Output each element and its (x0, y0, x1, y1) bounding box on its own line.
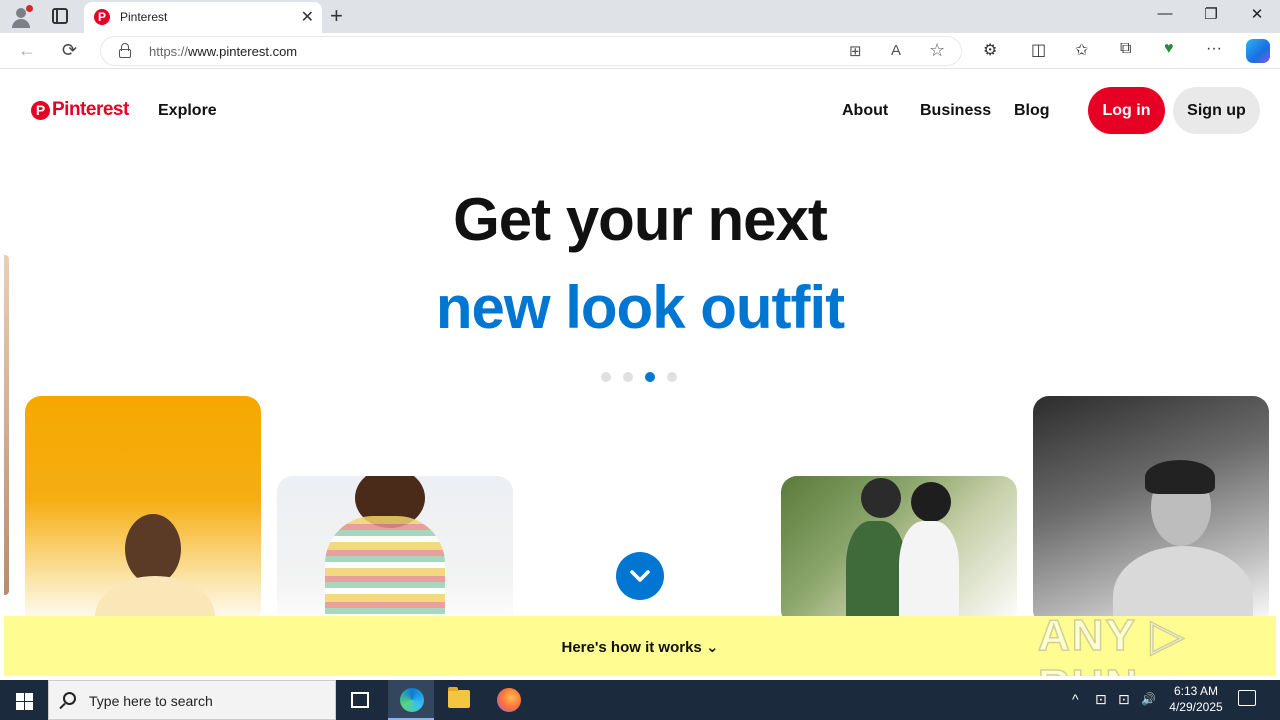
notifications-icon[interactable] (1238, 690, 1256, 706)
favorite-star-icon[interactable]: ☆ (929, 40, 945, 61)
carousel-dot[interactable] (667, 372, 677, 382)
windows-start-icon[interactable] (0, 680, 48, 720)
search-icon (63, 692, 76, 705)
pinterest-favicon-icon: P (94, 9, 110, 25)
browser-tab-strip: P Pinterest ✕ + — ❐ ✕ (0, 0, 1280, 33)
copilot-icon[interactable] (1246, 39, 1270, 63)
extensions-icon[interactable]: ⚙ (983, 40, 997, 60)
refresh-icon[interactable]: ⟳ (62, 40, 77, 61)
clock-date: 4/29/2025 (1169, 700, 1223, 714)
headline-line-1: Get your next (453, 186, 828, 253)
favorites-icon[interactable]: ✩ (1075, 40, 1088, 60)
tab-title: Pinterest (120, 10, 168, 24)
address-url[interactable]: https://www.pinterest.com (149, 44, 297, 59)
back-icon[interactable]: ← (18, 40, 36, 61)
login-button[interactable]: Log in (1088, 87, 1165, 134)
performance-icon[interactable]: ♥ (1164, 40, 1174, 58)
pinterest-logo[interactable]: P Pinterest (31, 98, 129, 122)
collections-icon[interactable]: ⧉ (1120, 40, 1131, 58)
carousel-dot[interactable] (645, 372, 655, 382)
signup-button[interactable]: Sign up (1173, 87, 1260, 134)
windows-taskbar: Type here to search ^ ⊡ ⊡ 🔊 6:13 AM 4/29… (0, 680, 1280, 720)
carousel-dots (601, 372, 677, 382)
new-tab-button[interactable]: + (330, 3, 343, 29)
taskbar-search-placeholder: Type here to search (89, 693, 213, 709)
address-bar[interactable]: https://www.pinterest.com ⊞ A ☆ (100, 36, 962, 66)
firefox-icon (497, 688, 521, 712)
chevron-down-icon (630, 570, 650, 582)
carousel-dot[interactable] (601, 372, 611, 382)
lock-icon[interactable] (119, 43, 131, 58)
taskbar-firefox-button[interactable] (486, 680, 532, 720)
close-tab-icon[interactable]: ✕ (301, 7, 314, 27)
taskbar-edge-button[interactable] (388, 680, 434, 720)
task-view-button[interactable] (337, 680, 383, 720)
anyrun-watermark: ANY ▷ RUN (1037, 610, 1187, 676)
pin-card-striped-shirt[interactable] (277, 476, 513, 626)
profile-icon[interactable] (10, 5, 33, 28)
restore-button[interactable]: ❐ (1188, 5, 1234, 23)
carousel-dot[interactable] (623, 372, 633, 382)
browser-tab-pinterest[interactable]: P Pinterest ✕ (84, 2, 322, 33)
taskbar-file-explorer-button[interactable] (436, 680, 482, 720)
taskbar-search-box[interactable]: Type here to search (48, 680, 336, 720)
nav-blog-link[interactable]: Blog (1014, 102, 1050, 120)
read-aloud-icon[interactable]: A (891, 42, 901, 59)
page-content: P Pinterest Explore About Business Blog … (4, 70, 1276, 676)
more-options-icon[interactable]: ··· (1206, 40, 1222, 58)
app-available-icon[interactable]: ⊞ (849, 42, 862, 60)
network-icon[interactable]: ⊡ (1118, 691, 1130, 708)
pin-card-yellow[interactable] (25, 396, 261, 626)
tab-actions-icon[interactable] (52, 8, 68, 24)
scroll-down-button[interactable] (616, 552, 664, 600)
show-hidden-icons-icon[interactable]: ^ (1072, 691, 1079, 707)
folder-icon (448, 687, 470, 708)
browser-toolbar: ← ⟳ https://www.pinterest.com ⊞ A ☆ ⚙ ◫ … (0, 33, 1280, 69)
volume-icon[interactable]: 🔊 (1141, 692, 1156, 706)
split-screen-icon[interactable]: ◫ (1031, 40, 1046, 60)
pinterest-wordmark: Pinterest (52, 99, 129, 120)
pinterest-logo-icon: P (31, 100, 50, 120)
close-window-button[interactable]: ✕ (1234, 5, 1280, 23)
meet-now-icon[interactable]: ⊡ (1095, 691, 1107, 708)
chevron-down-icon: ⌄ (705, 639, 719, 656)
task-view-icon (351, 692, 369, 708)
edge-icon (400, 688, 424, 712)
nav-business-link[interactable]: Business (920, 102, 991, 120)
explore-link[interactable]: Explore (158, 102, 217, 120)
pin-card-portrait[interactable] (1033, 396, 1269, 626)
nav-about-link[interactable]: About (842, 102, 888, 120)
minimize-button[interactable]: — (1142, 5, 1188, 22)
taskbar-clock[interactable]: 6:13 AM 4/29/2025 (1160, 683, 1232, 715)
clock-time: 6:13 AM (1173, 684, 1219, 698)
pin-card-two-people[interactable] (781, 476, 1017, 626)
headline-line-2: new look outfit (435, 274, 845, 341)
